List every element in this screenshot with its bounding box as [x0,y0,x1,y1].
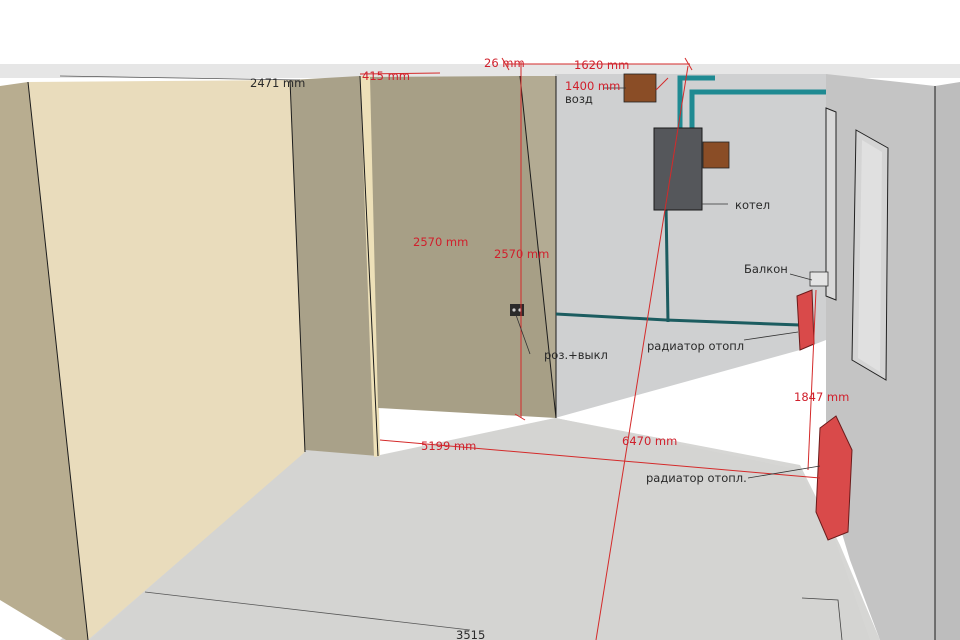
dim-415: 415 mm [362,69,410,83]
dim-6470: 6470 mm [622,434,677,448]
label-balkon: Балкон [744,262,788,276]
label-radiator-1: радиатор отопл [647,339,744,353]
boiler-pipe-box [702,141,730,169]
sketchup-viewport[interactable]: 26 mm 1620 mm 1400 mm 2471 mm 415 mm 257… [0,0,960,640]
boiler [653,127,703,211]
label-kotel: котел [735,198,770,212]
dim-5199: 5199 mm [421,439,476,453]
label-rozetka: роз.+выкл [544,348,608,362]
dim-1847: 1847 mm [794,390,849,404]
balcony-step [809,271,829,287]
radiator-1 [796,289,815,351]
balcony-opening-1 [825,107,837,301]
dim-1400: 1400 mm [565,79,620,93]
vent-box [623,73,657,103]
right-wall-end [935,82,960,640]
dim-2570-a: 2570 mm [413,235,468,249]
dim-2471: 2471 mm [250,76,305,90]
dim-1620: 1620 mm [574,58,629,72]
balcony-opening-2-inner [858,140,882,372]
label-vozd: возд [565,92,593,106]
dim-26: 26 mm [484,56,525,70]
dim-2570-b: 2570 mm [494,247,549,261]
label-radiator-2: радиатор отопл. [646,471,747,485]
dim-3515: 3515 [456,628,485,640]
socket-icon [510,304,524,316]
